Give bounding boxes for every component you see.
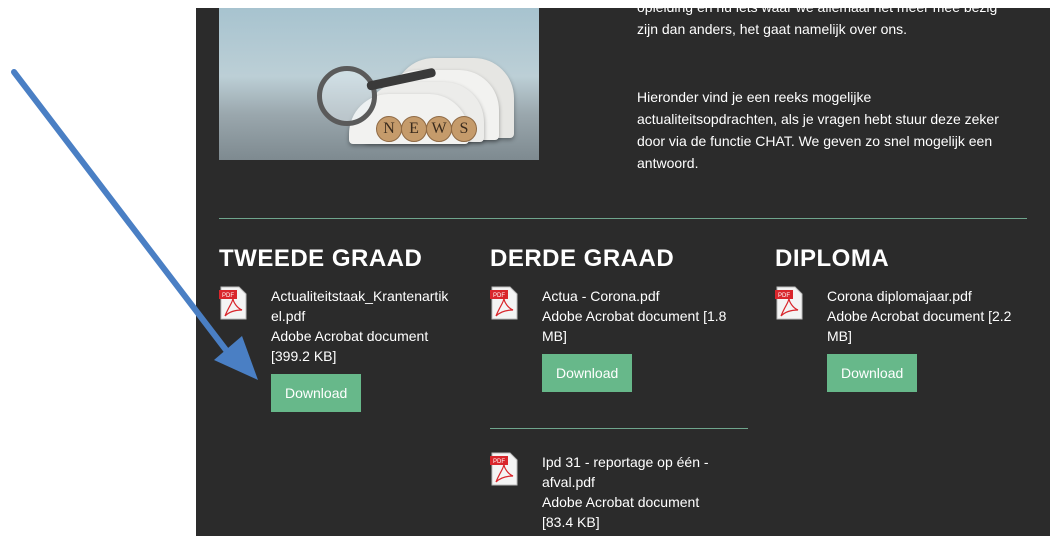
file-divider xyxy=(490,428,748,429)
pdf-file-icon: PDF xyxy=(490,452,518,486)
hero-letter: S xyxy=(451,116,477,142)
file-item: PDF Corona diplomajaar.pdf Adobe Acrobat… xyxy=(775,286,1011,392)
file-name[interactable]: Ipd 31 - reportage op één - xyxy=(542,452,709,472)
pdf-file-icon: PDF xyxy=(219,286,247,320)
intro-line: actualiteitsopdrachten, als je vragen he… xyxy=(637,111,999,127)
download-button[interactable]: Download xyxy=(271,374,362,412)
download-button[interactable]: Download xyxy=(542,354,633,392)
file-name[interactable]: Corona diplomajaar.pdf xyxy=(827,286,1011,306)
intro-line: zijn dan anders, het gaat namelijk over … xyxy=(637,21,908,37)
file-type: Adobe Acrobat document xyxy=(271,328,429,344)
file-item: PDF Ipd 31 - reportage op één - afval.pd… xyxy=(490,452,709,532)
intro-line: door via de functie CHAT. We geven zo sn… xyxy=(637,133,993,149)
column-tweede-graad: TWEEDE GRAAD PDF Actualiteitstaak_Krante… xyxy=(219,244,448,412)
file-size: MB] xyxy=(827,328,852,344)
file-item: PDF Actua - Corona.pdf Adobe Acrobat doc… xyxy=(490,286,726,392)
file-name[interactable]: afval.pdf xyxy=(542,472,709,492)
content-panel: N E W S opleiding en nu iets waar we all… xyxy=(196,8,1050,536)
intro-line: Hieronder vind je een reeks mogelijke xyxy=(637,89,872,105)
file-size: [83.4 KB] xyxy=(542,514,600,530)
hero-letter: E xyxy=(401,116,427,142)
file-name[interactable]: Actua - Corona.pdf xyxy=(542,286,726,306)
column-title: DIPLOMA xyxy=(775,245,890,272)
file-type: Adobe Acrobat document xyxy=(542,494,700,510)
file-type: Adobe Acrobat document [2.2 xyxy=(827,308,1012,324)
hero-letter: N xyxy=(376,116,402,142)
column-diploma: DIPLOMA PDF Corona diplomajaar.pdf Adobe… xyxy=(775,244,1011,392)
file-name[interactable]: el.pdf xyxy=(271,306,448,326)
hero-letter: W xyxy=(426,116,452,142)
news-hero-image: N E W S xyxy=(219,8,539,160)
column-title: DERDE GRAAD xyxy=(490,245,675,272)
magnifier-icon xyxy=(317,66,377,126)
section-divider xyxy=(219,218,1027,219)
file-type: Adobe Acrobat document [1.8 xyxy=(542,308,727,324)
pdf-file-icon: PDF xyxy=(490,286,518,320)
file-size: [399.2 KB] xyxy=(271,348,337,364)
column-title: TWEEDE GRAAD xyxy=(219,245,423,272)
intro-line: antwoord. xyxy=(637,155,699,171)
file-item: PDF Actualiteitstaak_Krantenartik el.pdf… xyxy=(219,286,448,412)
file-item-2: PDF Ipd 31 - reportage op één - afval.pd… xyxy=(490,442,709,532)
column-derde-graad: DERDE GRAAD PDF Actua - Corona.pdf Adobe… xyxy=(490,244,726,392)
file-size: MB] xyxy=(542,328,567,344)
file-name[interactable]: Actualiteitstaak_Krantenartik xyxy=(271,286,448,306)
download-button[interactable]: Download xyxy=(827,354,918,392)
intro-line: opleiding en nu iets waar we allemaal he… xyxy=(637,8,1032,18)
pdf-file-icon: PDF xyxy=(775,286,803,320)
